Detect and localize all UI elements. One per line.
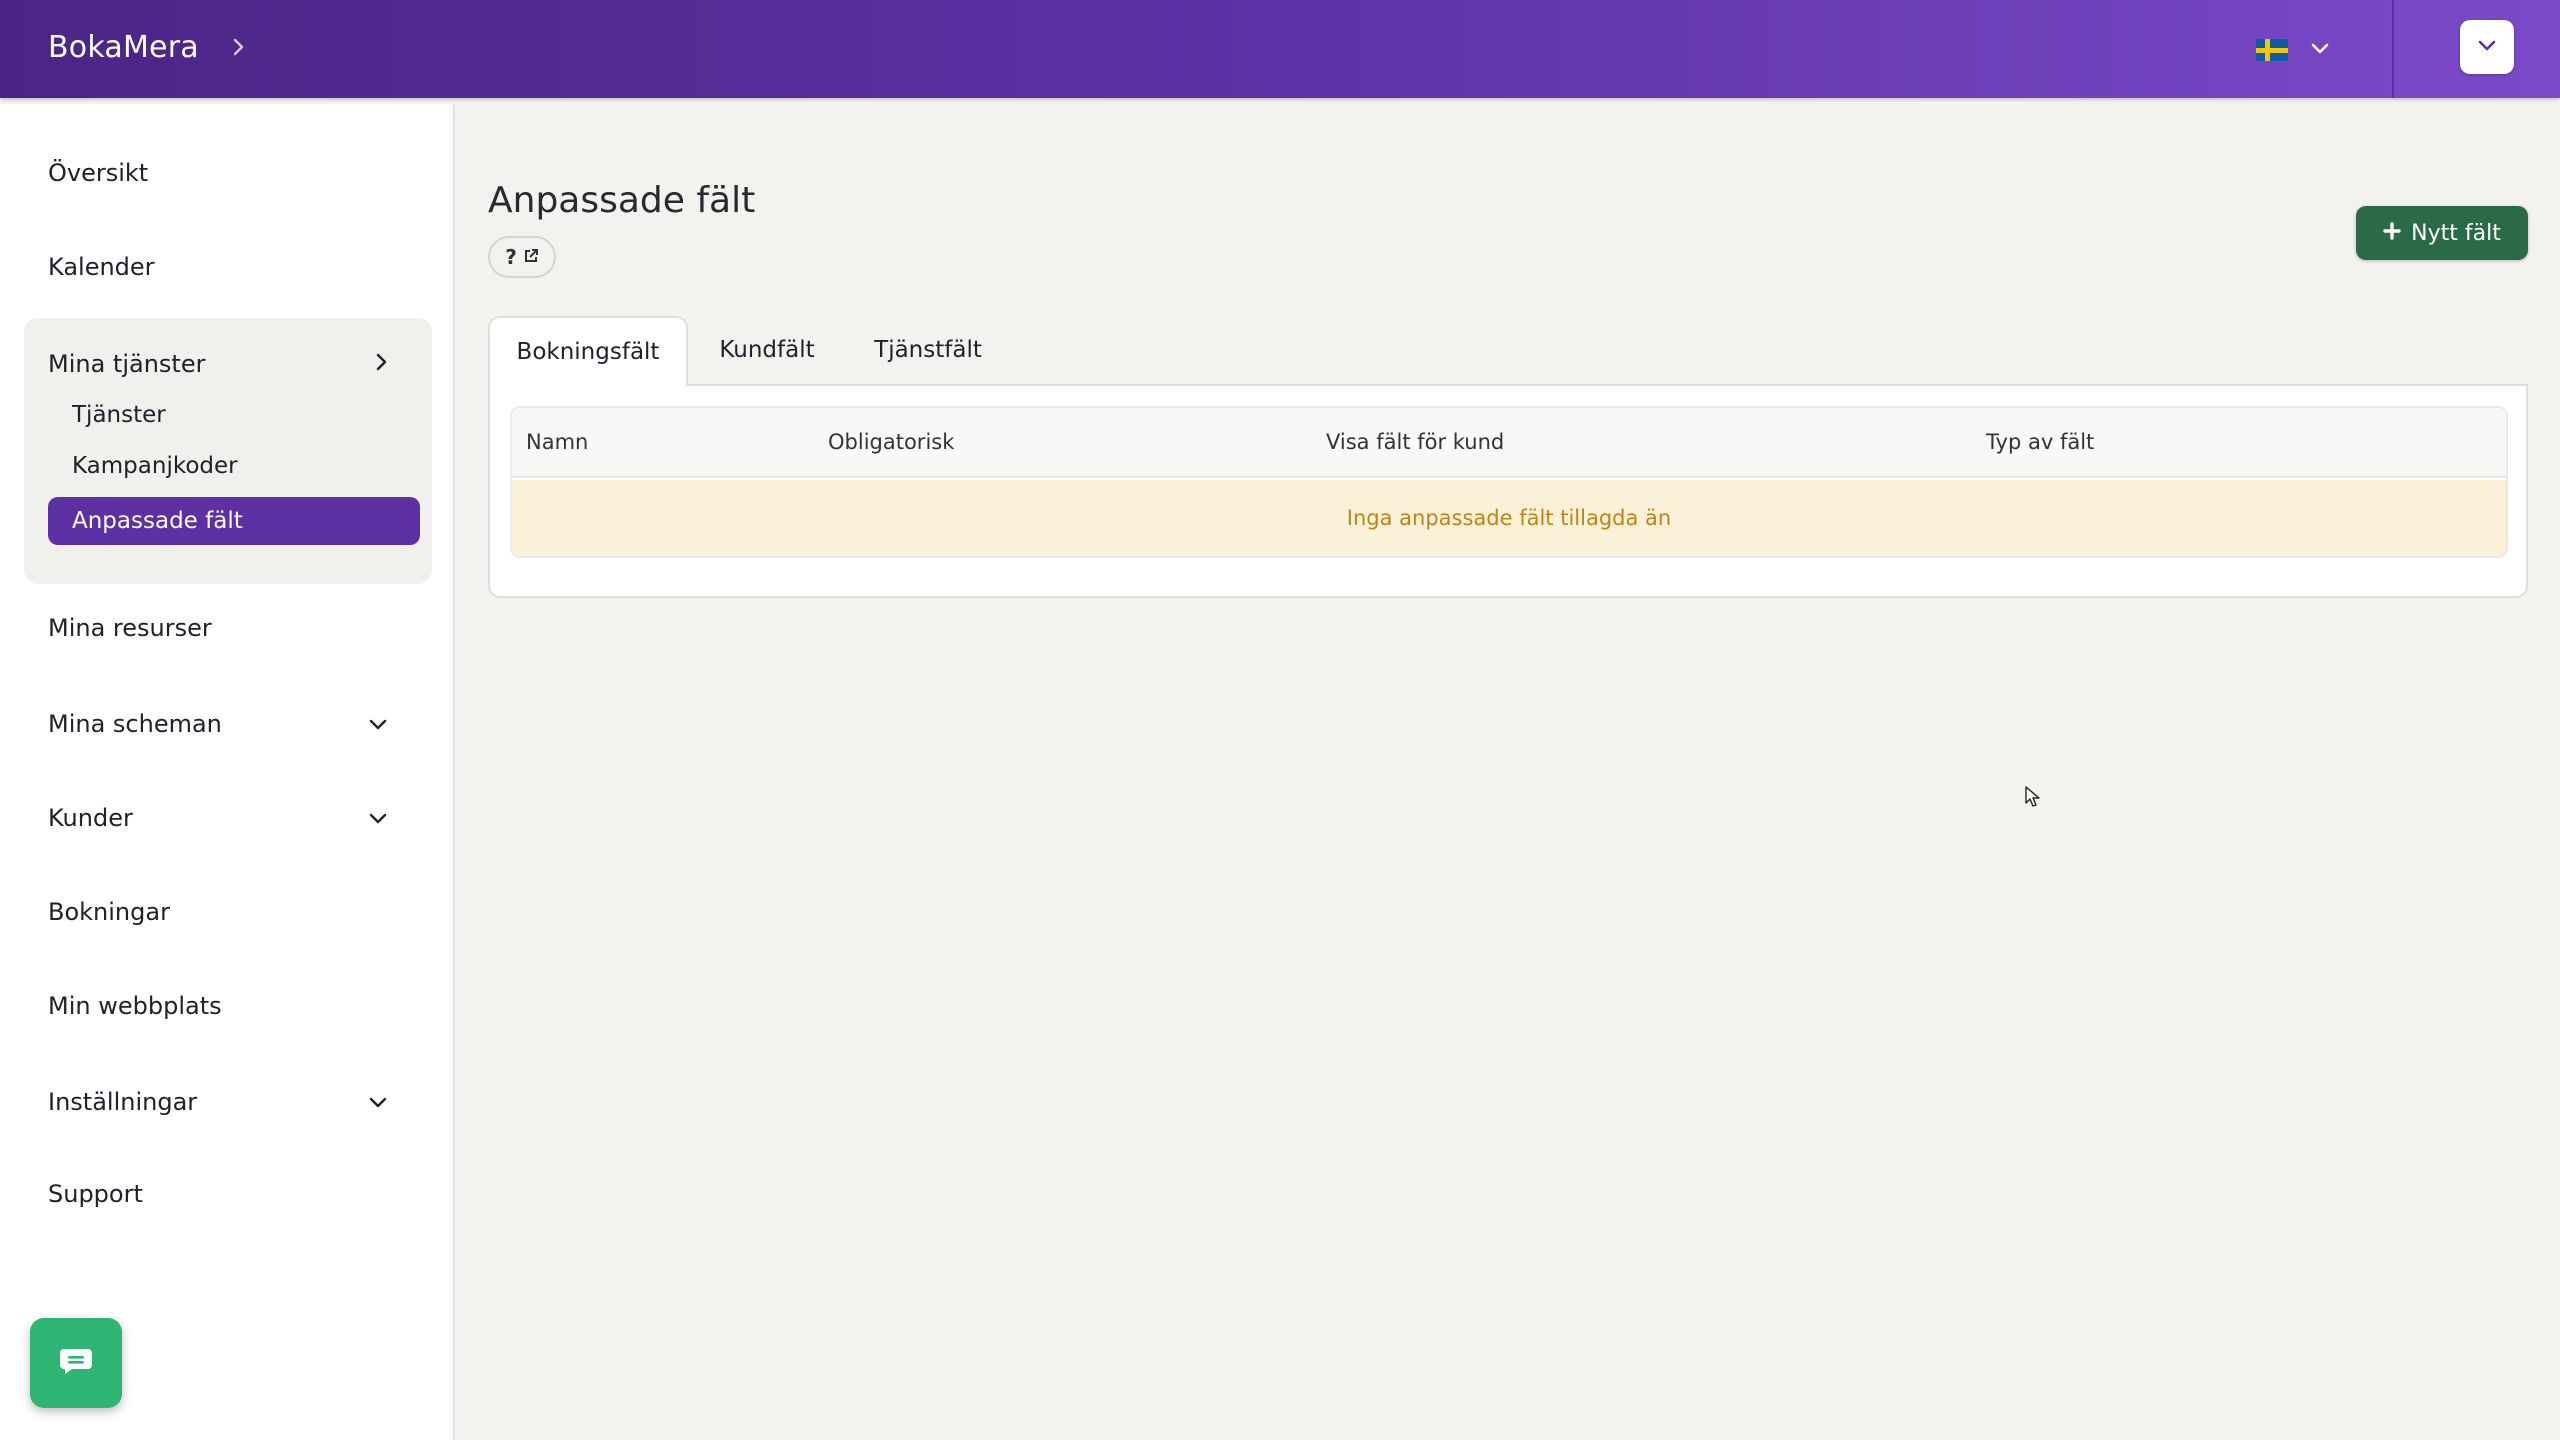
sidebar-item-label: Inställningar	[48, 1088, 198, 1116]
external-link-icon	[523, 245, 539, 269]
chevron-right-icon[interactable]	[230, 36, 248, 58]
chevron-down-icon	[368, 710, 388, 738]
sidebar-item-mina-tjanster[interactable]: Mina tjänster	[48, 344, 388, 384]
language-selector[interactable]	[2256, 30, 2356, 70]
help-link[interactable]: ?	[488, 236, 556, 278]
chat-bubble-icon	[58, 1346, 94, 1380]
sidebar-item-support[interactable]: Support	[48, 1180, 143, 1208]
sidebar-item-oversikt[interactable]: Översikt	[48, 159, 148, 187]
chevron-right-icon	[374, 350, 388, 378]
sidebar-item-kunder[interactable]: Kunder	[48, 798, 388, 838]
sidebar-item-mina-scheman[interactable]: Mina scheman	[48, 704, 388, 744]
sidebar-item-label: Mina scheman	[48, 710, 222, 738]
sidebar-item-bokningar[interactable]: Bokningar	[48, 898, 170, 926]
empty-state-message: Inga anpassade fält tillagda än	[512, 480, 2506, 556]
custom-fields-table: Namn Obligatorisk Visa fält för kund Typ…	[510, 406, 2508, 558]
chat-button[interactable]	[30, 1318, 122, 1408]
table-header: Namn Obligatorisk Visa fält för kund Typ…	[512, 408, 2506, 478]
plus-icon	[2383, 221, 2401, 246]
sidebar-item-min-webbplats[interactable]: Min webbplats	[48, 992, 222, 1020]
new-field-label: Nytt fält	[2411, 220, 2501, 246]
custom-fields-panel: Namn Obligatorisk Visa fält för kund Typ…	[488, 384, 2528, 598]
top-bar: BokaMera	[0, 0, 2560, 98]
user-menu-button[interactable]	[2460, 20, 2514, 74]
chevron-down-icon	[368, 804, 388, 832]
sidebar: Översikt Kalender Mina tjänster Tjänster…	[0, 104, 455, 1440]
sidebar-subitem-tjanster[interactable]: Tjänster	[72, 402, 166, 428]
tab-tjanstfalt[interactable]: Tjänstfält	[856, 316, 1000, 384]
column-header-visa-falt[interactable]: Visa fält för kund	[1326, 430, 1504, 454]
tab-kundfalt[interactable]: Kundfält	[700, 316, 834, 384]
sweden-flag-icon	[2256, 39, 2288, 61]
sidebar-item-installningar[interactable]: Inställningar	[48, 1082, 388, 1122]
sidebar-subitem-kampanjkoder[interactable]: Kampanjkoder	[72, 453, 238, 479]
help-label: ?	[505, 245, 517, 269]
chevron-down-icon	[368, 1088, 388, 1116]
sidebar-item-mina-resurser[interactable]: Mina resurser	[48, 614, 212, 642]
sidebar-item-label: Kunder	[48, 804, 133, 832]
chevron-down-icon	[2477, 38, 2497, 57]
page-title: Anpassade fält	[488, 180, 756, 221]
column-header-typ-av-falt[interactable]: Typ av fält	[1986, 430, 2094, 454]
sidebar-item-kalender[interactable]: Kalender	[48, 253, 155, 281]
column-header-namn[interactable]: Namn	[526, 430, 588, 454]
sidebar-subitem-anpassade-falt[interactable]: Anpassade fält	[48, 497, 420, 545]
tab-bokningsfalt[interactable]: Bokningsfält	[488, 316, 688, 386]
mouse-cursor-icon	[2025, 786, 2041, 808]
new-field-button[interactable]: Nytt fält	[2356, 206, 2528, 260]
sidebar-item-label: Mina tjänster	[48, 350, 206, 378]
chevron-down-icon	[2310, 41, 2330, 60]
brand-logo[interactable]: BokaMera	[48, 30, 199, 65]
column-header-obligatorisk[interactable]: Obligatorisk	[828, 430, 954, 454]
topbar-divider	[2392, 0, 2394, 98]
